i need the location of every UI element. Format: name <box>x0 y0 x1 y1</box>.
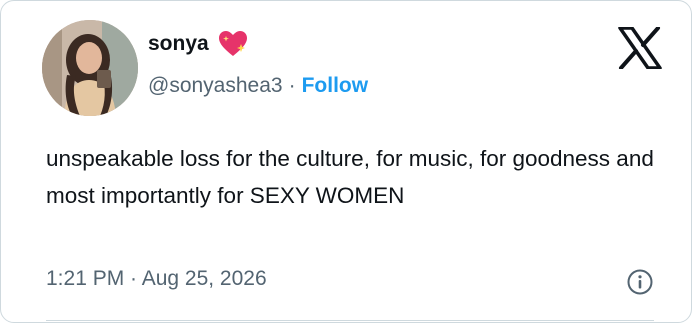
tweet-timestamp[interactable]: 1:21 PM · Aug 25, 2026 <box>46 267 267 291</box>
avatar[interactable] <box>42 20 138 116</box>
author-handle-row: @sonyashea3 · Follow <box>148 74 368 98</box>
x-logo-icon[interactable] <box>618 27 662 69</box>
follow-link[interactable]: Follow <box>302 74 369 98</box>
separator-dot: · <box>288 74 296 97</box>
info-icon[interactable] <box>627 269 653 295</box>
sparkling-heart-icon <box>218 31 247 56</box>
divider <box>46 320 654 321</box>
tweet-card: sonya @sonyashea3 · Follow unspeakable l… <box>0 0 692 323</box>
author-name[interactable]: sonya <box>148 32 209 56</box>
author-handle[interactable]: @sonyashea3 <box>148 74 283 98</box>
author-name-row: sonya <box>148 30 249 58</box>
avatar-image <box>42 20 138 116</box>
tweet-text: unspeakable loss for the culture, for mu… <box>46 146 654 208</box>
